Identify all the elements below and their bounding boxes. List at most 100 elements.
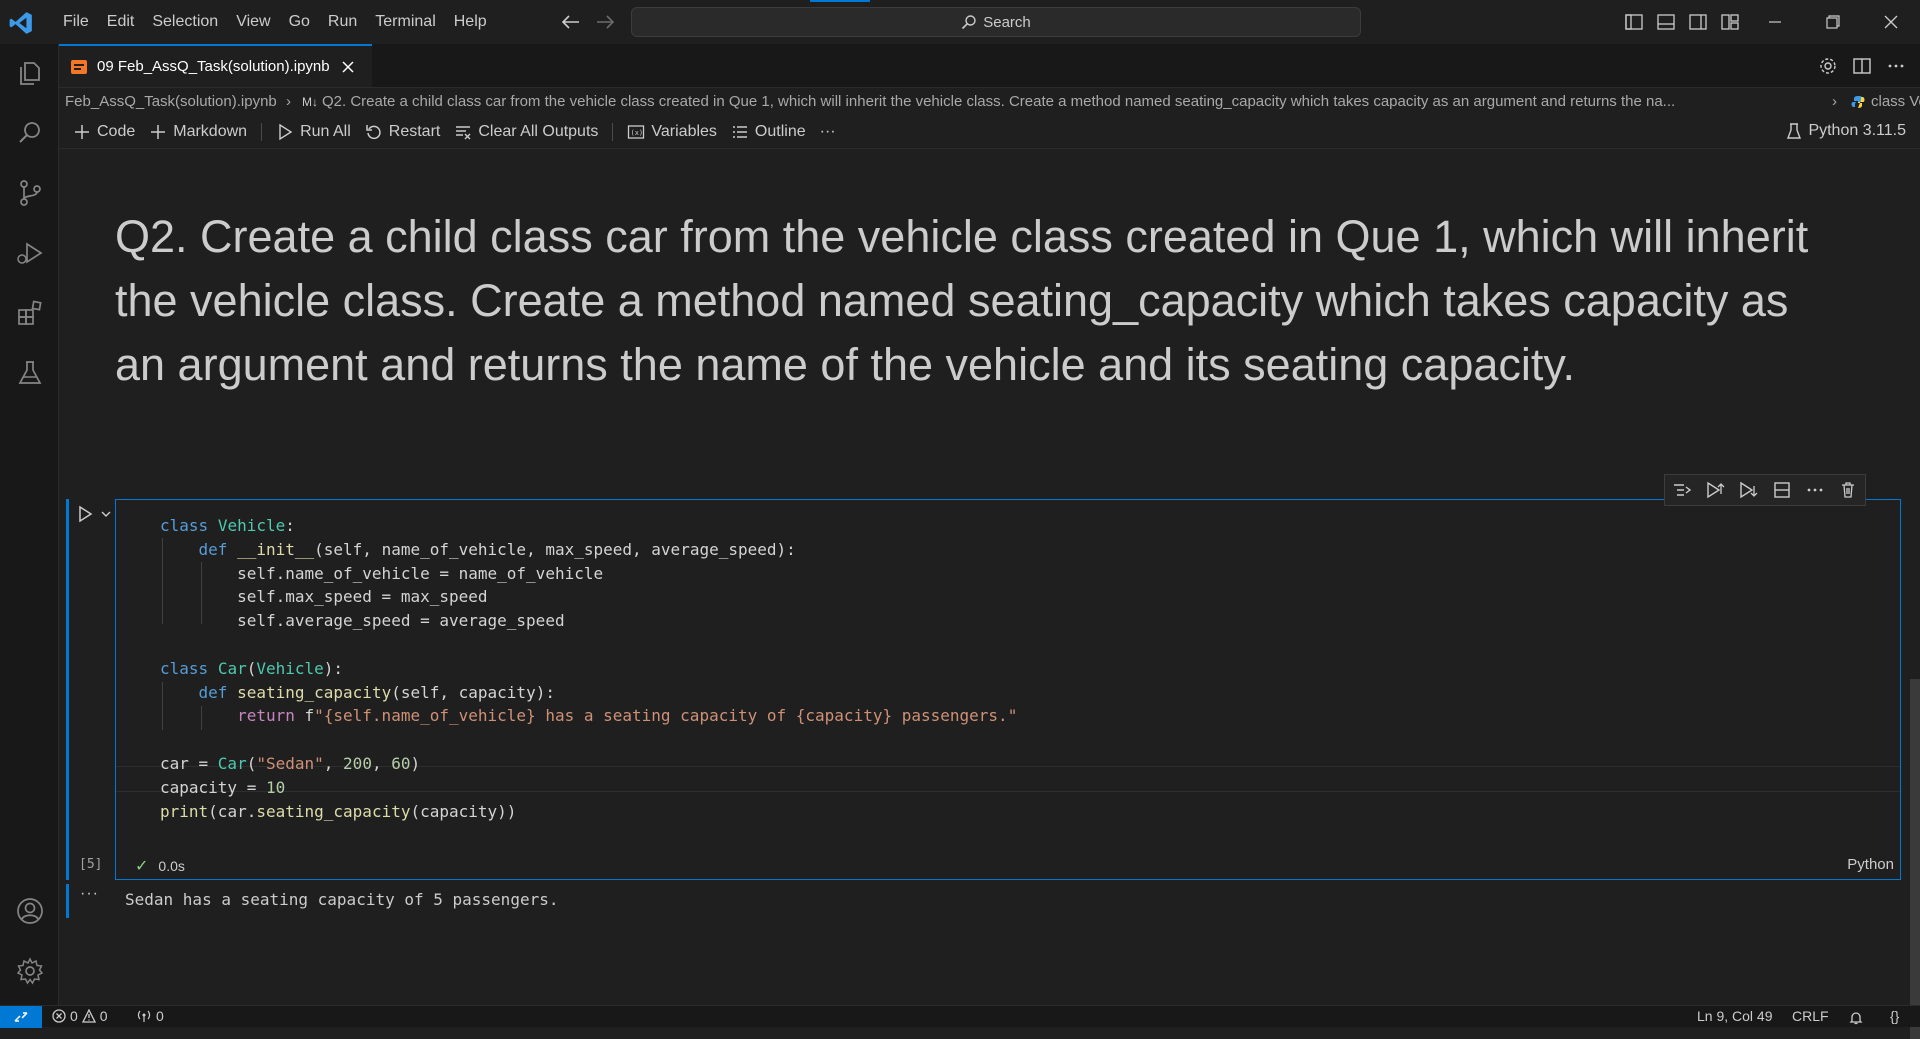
variables-button[interactable]: (x) Variables <box>627 123 717 141</box>
breadcrumb: Feb_AssQ_Task(solution).ipynb › M↓ Q2. C… <box>59 88 1920 116</box>
account-icon[interactable] <box>15 896 45 926</box>
code-line: self.name_of_vehicle = name_of_vehicle <box>160 563 604 583</box>
breadcrumb-file[interactable]: Feb_AssQ_Task(solution).ipynb <box>65 93 277 110</box>
restart-button[interactable]: Restart <box>365 123 440 141</box>
warning-icon <box>81 1009 96 1023</box>
code-line: car = Car("Sedan", 200, 60) <box>160 753 421 773</box>
bell-icon[interactable] <box>1848 1010 1864 1026</box>
editor-actions <box>1818 56 1906 76</box>
code-line: return f"{self.name_of_vehicle} has a se… <box>237 706 1018 726</box>
output-focus-indicator <box>66 884 69 918</box>
remote-icon <box>14 1012 28 1022</box>
code-cell[interactable]: class Vehicle: def __init__(self, name_o… <box>115 499 1901 880</box>
command-center-search[interactable]: Search <box>631 7 1361 37</box>
add-code-button[interactable]: Code <box>73 123 135 141</box>
menu-selection[interactable]: Selection <box>143 13 227 31</box>
execution-status: ✓ 0.0s <box>135 856 185 876</box>
scrollbar[interactable] <box>1910 679 1920 1039</box>
restore-button[interactable] <box>1804 0 1862 44</box>
svg-text:(x): (x) <box>631 129 644 137</box>
gear-icon[interactable] <box>15 956 45 986</box>
toolbar-more-button[interactable]: ··· <box>820 123 836 141</box>
title-bar: File Edit Selection View Go Run Terminal… <box>0 0 1920 44</box>
active-indicator <box>810 0 870 2</box>
menu-terminal[interactable]: Terminal <box>366 13 444 31</box>
toolbar-divider <box>261 123 263 141</box>
brackets-icon[interactable]: {} <box>1890 1008 1899 1024</box>
run-all-button[interactable]: Run All <box>276 123 351 141</box>
execute-above-icon[interactable] <box>1705 480 1725 500</box>
extensions-icon[interactable] <box>15 298 45 328</box>
line-ending[interactable]: CRLF <box>1792 1008 1829 1024</box>
vscode-logo[interactable] <box>8 10 34 36</box>
output-more-icon[interactable]: ··· <box>80 885 99 903</box>
menu-view[interactable]: View <box>227 13 279 31</box>
split-cell-icon[interactable] <box>1772 480 1792 500</box>
menu-edit[interactable]: Edit <box>98 13 144 31</box>
activity-bar <box>0 44 59 1005</box>
clear-all-outputs-label: Clear All Outputs <box>478 123 599 140</box>
toggle-secondary-sidebar-icon[interactable] <box>1688 12 1708 32</box>
cell-focus-indicator <box>66 499 69 880</box>
run-cell-icon[interactable] <box>76 505 94 523</box>
code-text[interactable]: class Vehicle: def __init__(self, name_o… <box>160 514 1017 823</box>
status-bar: 0 0 0 Ln 9, Col 49 CRLF {} <box>0 1005 1920 1028</box>
cursor-position[interactable]: Ln 9, Col 49 <box>1697 1008 1773 1024</box>
breadcrumb-section[interactable]: Q2. Create a child class car from the ve… <box>322 93 1822 110</box>
plus-icon <box>75 125 89 139</box>
markdown-heading[interactable]: Q2. Create a child class car from the ve… <box>115 205 1835 397</box>
menu-run[interactable]: Run <box>319 13 366 31</box>
run-by-line-icon[interactable] <box>1672 480 1692 500</box>
chevron-down-icon[interactable] <box>99 507 113 521</box>
close-icon <box>1884 15 1898 29</box>
notebook-editor: Q2. Create a child class car from the ve… <box>59 149 1920 1039</box>
toggle-primary-sidebar-icon[interactable] <box>1624 12 1644 32</box>
chevron-right-icon: › <box>1832 93 1837 110</box>
outline-button[interactable]: Outline <box>731 123 806 141</box>
python-icon <box>1851 96 1865 108</box>
code-line: class Vehicle: <box>160 516 295 535</box>
variables-label: Variables <box>651 123 717 140</box>
testing-icon[interactable] <box>15 358 45 388</box>
cell-language[interactable]: Python <box>1847 856 1894 873</box>
breadcrumb-symbol[interactable]: class Vehicle: <box>1871 93 1920 110</box>
split-editor-icon[interactable] <box>1852 56 1872 76</box>
search-label: Search <box>983 13 1031 31</box>
gear-icon[interactable] <box>1818 56 1838 76</box>
execute-below-icon[interactable] <box>1738 480 1758 500</box>
add-markdown-label: Markdown <box>173 123 248 140</box>
close-window-button[interactable] <box>1862 0 1920 44</box>
more-actions-icon[interactable] <box>1805 480 1825 500</box>
menu-file[interactable]: File <box>54 13 98 31</box>
source-control-icon[interactable] <box>15 178 45 208</box>
code-line: def seating_capacity(self, capacity): <box>198 682 555 702</box>
ports-count: 0 <box>156 1008 164 1024</box>
menu-go[interactable]: Go <box>280 13 319 31</box>
minimize-button[interactable] <box>1746 0 1804 44</box>
code-line: self.max_speed = max_speed <box>160 587 488 607</box>
kernel-picker[interactable]: Python 3.11.5 <box>1786 122 1906 140</box>
search-icon[interactable] <box>15 118 45 148</box>
outline-label: Outline <box>754 123 806 140</box>
clear-all-outputs-button[interactable]: Clear All Outputs <box>454 123 598 141</box>
close-icon[interactable] <box>340 59 356 75</box>
files-icon[interactable] <box>15 58 45 88</box>
remote-button[interactable] <box>0 1006 42 1028</box>
menu-help[interactable]: Help <box>445 13 496 31</box>
add-markdown-button[interactable]: Markdown <box>149 123 247 141</box>
tab-notebook[interactable]: 09 Feb_AssQ_Task(solution).ipynb <box>59 44 372 87</box>
more-actions-icon[interactable] <box>1886 56 1906 76</box>
kernel-icon <box>1787 123 1802 139</box>
code-line: class Car(Vehicle): <box>160 658 344 678</box>
arrow-right-icon[interactable] <box>594 12 616 32</box>
problems-indicator[interactable]: 0 0 <box>52 1008 108 1024</box>
code-line: capacity = 10 <box>160 777 286 797</box>
toggle-panel-icon[interactable] <box>1656 12 1676 32</box>
run-debug-icon[interactable] <box>15 238 45 268</box>
arrow-left-icon[interactable] <box>560 12 582 32</box>
execution-duration: 0.0s <box>158 858 185 874</box>
ports-indicator[interactable]: 0 <box>136 1008 164 1024</box>
customize-layout-icon[interactable] <box>1720 12 1740 32</box>
error-count: 0 <box>70 1008 78 1024</box>
trash-icon[interactable] <box>1838 480 1858 500</box>
